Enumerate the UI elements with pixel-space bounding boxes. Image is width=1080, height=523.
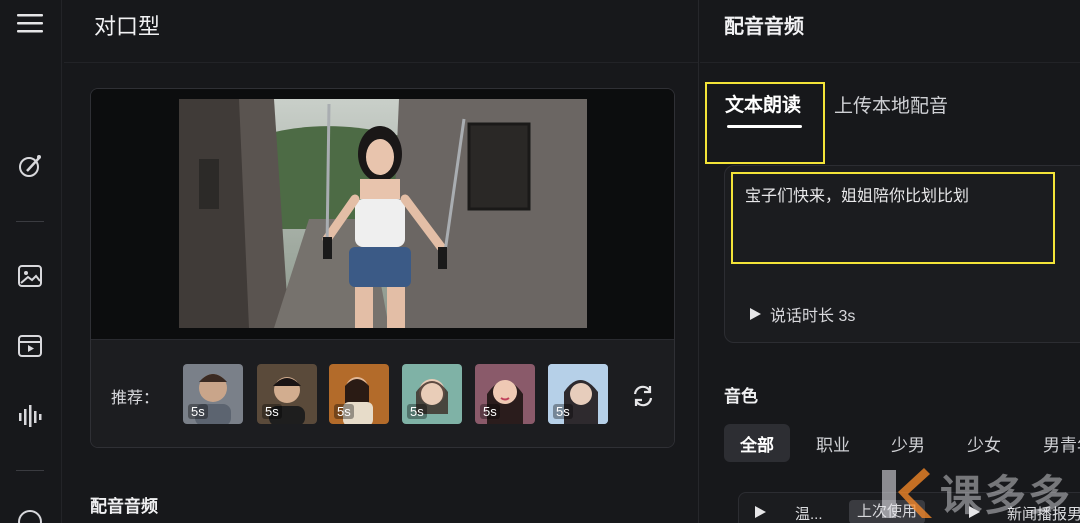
filter-profession[interactable]: 职业: [816, 424, 850, 462]
audio-wave-icon[interactable]: [16, 402, 44, 430]
page-title: 对口型: [94, 14, 161, 39]
filter-young-male[interactable]: 少男: [891, 424, 925, 462]
video-icon[interactable]: [16, 332, 44, 360]
recommend-label: 推荐：: [111, 390, 160, 407]
template-thumbnail[interactable]: 5s: [329, 364, 389, 424]
header-divider: [64, 62, 698, 63]
svg-text:课多多: 课多多: [940, 471, 1072, 520]
refresh-icon[interactable]: [631, 384, 655, 408]
rail-divider: [16, 221, 44, 222]
highlight-box: [705, 82, 825, 164]
highlight-box: [731, 172, 1055, 264]
duration-preview[interactable]: 说话时长 3s: [748, 302, 855, 326]
preview-card: 推荐： 5s 5s 5s 5s 5s 5s: [90, 88, 675, 448]
menu-icon[interactable]: [16, 9, 44, 37]
recommend-bar: 推荐： 5s 5s 5s 5s 5s 5s: [91, 339, 674, 447]
section-title: 配音音频: [90, 497, 158, 516]
voice-section-title: 音色: [724, 387, 758, 406]
tab-upload-audio[interactable]: 上传本地配音: [834, 91, 948, 118]
avatar-icon[interactable]: [16, 508, 44, 523]
left-rail: [0, 0, 62, 523]
filter-young-female[interactable]: 少女: [967, 424, 1001, 462]
template-thumbnail[interactable]: 5s: [402, 364, 462, 424]
magic-edit-icon[interactable]: [16, 152, 44, 180]
rail-divider: [16, 470, 44, 471]
template-thumbnail[interactable]: 5s: [548, 364, 608, 424]
video-preview: [91, 89, 674, 339]
filter-young-man[interactable]: 男青年: [1043, 424, 1080, 462]
play-icon: [750, 308, 761, 320]
duration-label: 说话时长 3s: [770, 308, 856, 325]
filter-all[interactable]: 全部: [724, 424, 790, 462]
panel-divider: [698, 0, 699, 523]
preview-image[interactable]: [179, 99, 587, 328]
voice-name: 温...: [795, 506, 823, 523]
panel-title: 配音音频: [724, 16, 804, 38]
template-thumbnail[interactable]: 5s: [475, 364, 535, 424]
watermark: 课多多: [880, 462, 1080, 523]
play-icon[interactable]: [753, 505, 767, 523]
template-thumbnail[interactable]: 5s: [257, 364, 317, 424]
panel-header-divider: [700, 62, 1080, 63]
image-icon[interactable]: [16, 262, 44, 290]
template-thumbnail[interactable]: 5s: [183, 364, 243, 424]
